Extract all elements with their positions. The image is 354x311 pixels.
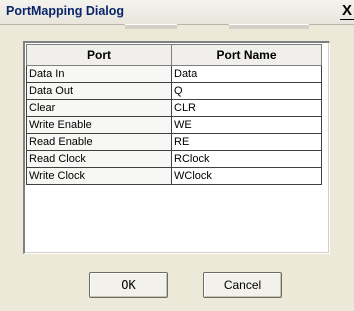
- tab-strip-segment: [125, 24, 177, 29]
- port-table: Port Port Name Data In Data Data Out Q C…: [26, 44, 322, 185]
- port-cell: Data Out: [26, 82, 172, 100]
- table-row: Write Enable WE: [26, 116, 322, 134]
- port-name-cell[interactable]: RE: [171, 133, 322, 151]
- table-row: Read Enable RE: [26, 133, 322, 151]
- port-cell: Read Enable: [26, 133, 172, 151]
- column-header-port[interactable]: Port: [26, 44, 172, 66]
- port-cell: Write Enable: [26, 116, 172, 134]
- dialog-title: PortMapping Dialog: [6, 4, 125, 18]
- ok-button[interactable]: OK: [89, 272, 168, 298]
- table-row: Write Clock WClock: [26, 167, 322, 185]
- close-icon[interactable]: X: [340, 2, 354, 20]
- port-cell: Read Clock: [26, 150, 172, 168]
- column-header-port-name[interactable]: Port Name: [171, 44, 322, 66]
- port-name-cell[interactable]: Q: [171, 82, 322, 100]
- port-name-cell[interactable]: WE: [171, 116, 322, 134]
- table-row: Data Out Q: [26, 82, 322, 100]
- title-bar: PortMapping Dialog X: [0, 0, 354, 25]
- table-row: Read Clock RClock: [26, 150, 322, 168]
- port-mapping-grid: Port Port Name Data In Data Data Out Q C…: [23, 41, 330, 254]
- port-name-cell[interactable]: RClock: [171, 150, 322, 168]
- port-cell: Clear: [26, 99, 172, 117]
- port-cell: Write Clock: [26, 167, 172, 185]
- port-name-cell[interactable]: CLR: [171, 99, 322, 117]
- cancel-button[interactable]: Cancel: [203, 272, 282, 298]
- port-name-cell[interactable]: WClock: [171, 167, 322, 185]
- port-name-cell[interactable]: Data: [171, 65, 322, 83]
- table-row: Data In Data: [26, 65, 322, 83]
- port-cell: Data In: [26, 65, 172, 83]
- table-row: Clear CLR: [26, 99, 322, 117]
- tab-strip-segment: [229, 24, 309, 29]
